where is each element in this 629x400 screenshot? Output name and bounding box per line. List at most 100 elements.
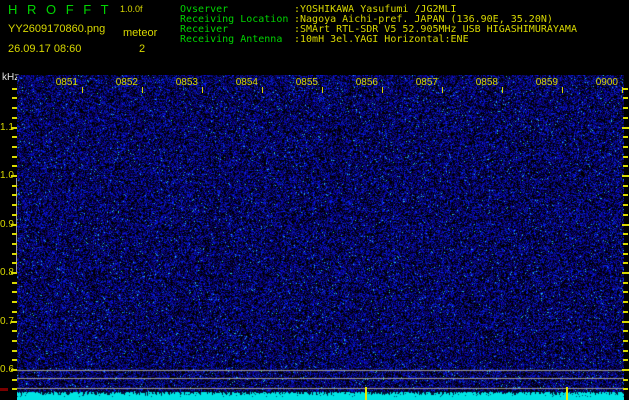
level-mark <box>0 388 8 391</box>
freq-minor-tick-right <box>623 330 628 332</box>
meteor-event-marker <box>365 387 367 400</box>
freq-minor-tick-right <box>623 233 628 235</box>
freq-major-tick-right <box>622 175 629 177</box>
freq-minor-tick-left <box>12 262 17 264</box>
freq-minor-tick-left <box>12 185 17 187</box>
freq-major-tick-right <box>622 224 629 226</box>
freq-minor-tick-left <box>12 350 17 352</box>
time-tick-mark <box>442 87 443 93</box>
freq-minor-tick-right <box>623 262 628 264</box>
freq-minor-tick-left <box>12 233 17 235</box>
freq-minor-tick-right <box>623 388 628 390</box>
freq-minor-tick-left <box>12 165 17 167</box>
freq-minor-tick-right <box>623 311 628 313</box>
app-version: 1.0.0f <box>120 4 143 14</box>
freq-minor-tick-right <box>623 282 628 284</box>
freq-minor-tick-right <box>623 165 628 167</box>
time-tick-mark <box>562 87 563 93</box>
freq-minor-tick-right <box>623 117 628 119</box>
freq-major-tick-left <box>11 321 17 323</box>
time-tick-label: 0856 <box>336 77 378 88</box>
freq-minor-tick-left <box>12 136 17 138</box>
freq-minor-tick-left <box>12 301 17 303</box>
freq-minor-tick-right <box>623 97 628 99</box>
hrofft-window: H R O F F T 1.0.0f YY2609170860.png mete… <box>0 0 629 400</box>
freq-major-tick-left <box>11 272 17 274</box>
freq-minor-tick-left <box>12 156 17 158</box>
freq-major-tick-right <box>622 272 629 274</box>
app-title: H R O F F T <box>8 2 112 17</box>
time-tick-label: 0852 <box>96 77 138 88</box>
freq-minor-tick-left <box>12 311 17 313</box>
freq-minor-tick-left <box>12 204 17 206</box>
freq-minor-tick-left <box>12 107 17 109</box>
freq-tick-label: 0.7 <box>0 316 11 327</box>
time-tick-label: 0900 <box>576 77 618 88</box>
freq-minor-tick-left <box>12 97 17 99</box>
time-tick-mark <box>142 87 143 93</box>
time-tick-mark <box>322 87 323 93</box>
freq-minor-tick-left <box>12 214 17 216</box>
freq-minor-tick-right <box>623 107 628 109</box>
freq-minor-tick-right <box>623 146 628 148</box>
freq-major-tick-right <box>622 127 629 129</box>
freq-major-tick-left <box>11 175 17 177</box>
mode-label: meteor <box>123 27 157 39</box>
freq-minor-tick-left <box>12 146 17 148</box>
freq-minor-tick-right <box>623 253 628 255</box>
freq-range-indicator-line <box>16 178 17 273</box>
station-info: Ovserver:YOSHIKAWA Yasufumi /JG2MLI Recei… <box>180 5 577 45</box>
freq-minor-tick-left <box>12 388 17 390</box>
freq-minor-tick-right <box>623 194 628 196</box>
freq-major-tick-left <box>11 127 17 129</box>
freq-minor-tick-right <box>623 156 628 158</box>
meteor-count: 2 <box>139 43 145 55</box>
freq-major-tick-right <box>622 321 629 323</box>
time-tick-label: 0854 <box>216 77 258 88</box>
meteor-event-marker <box>566 387 568 400</box>
freq-minor-tick-right <box>623 243 628 245</box>
freq-tick-label: 1.0 <box>0 170 11 181</box>
time-tick-mark <box>382 87 383 93</box>
freq-minor-tick-left <box>12 117 17 119</box>
freq-major-tick-left <box>11 224 17 226</box>
time-tick-label: 0859 <box>516 77 558 88</box>
freq-tick-label: 0.8 <box>0 267 11 278</box>
freq-tick-label: 0.6 <box>0 364 11 375</box>
spectrogram-canvas <box>17 75 624 400</box>
freq-minor-tick-left <box>12 340 17 342</box>
freq-minor-tick-left <box>12 88 17 90</box>
time-tick-label: 0851 <box>36 77 78 88</box>
freq-minor-tick-right <box>623 214 628 216</box>
freq-minor-tick-left <box>12 359 17 361</box>
time-tick-mark <box>202 87 203 93</box>
time-tick-label: 0853 <box>156 77 198 88</box>
freq-minor-tick-right <box>623 340 628 342</box>
date-time: 26.09.17 08:60 <box>8 43 81 55</box>
station-info-value: :10mH 3el.YAGI Horizontal:ENE <box>294 34 469 45</box>
station-info-label: Receiving Antenna <box>180 35 294 45</box>
freq-minor-tick-left <box>12 253 17 255</box>
freq-minor-tick-right <box>623 301 628 303</box>
freq-minor-tick-left <box>12 243 17 245</box>
freq-minor-tick-right <box>623 379 628 381</box>
time-tick-label: 0858 <box>456 77 498 88</box>
time-tick-mark <box>262 87 263 93</box>
station-info-row: Receiving Antenna:10mH 3el.YAGI Horizont… <box>180 35 577 45</box>
freq-minor-tick-left <box>12 282 17 284</box>
freq-tick-label: 0.9 <box>0 219 11 230</box>
freq-minor-tick-left <box>12 379 17 381</box>
freq-minor-tick-right <box>623 204 628 206</box>
output-filename: YY2609170860.png <box>8 23 105 35</box>
freq-minor-tick-left <box>12 194 17 196</box>
freq-minor-tick-right <box>623 350 628 352</box>
freq-major-tick-left <box>11 369 17 371</box>
time-tick-label: 0855 <box>276 77 318 88</box>
time-tick-label: 0857 <box>396 77 438 88</box>
freq-minor-tick-left <box>12 291 17 293</box>
freq-tick-label: 1.1 <box>0 122 11 133</box>
freq-minor-tick-right <box>623 359 628 361</box>
freq-minor-tick-right <box>623 88 628 90</box>
freq-minor-tick-left <box>12 330 17 332</box>
freq-minor-tick-right <box>623 136 628 138</box>
